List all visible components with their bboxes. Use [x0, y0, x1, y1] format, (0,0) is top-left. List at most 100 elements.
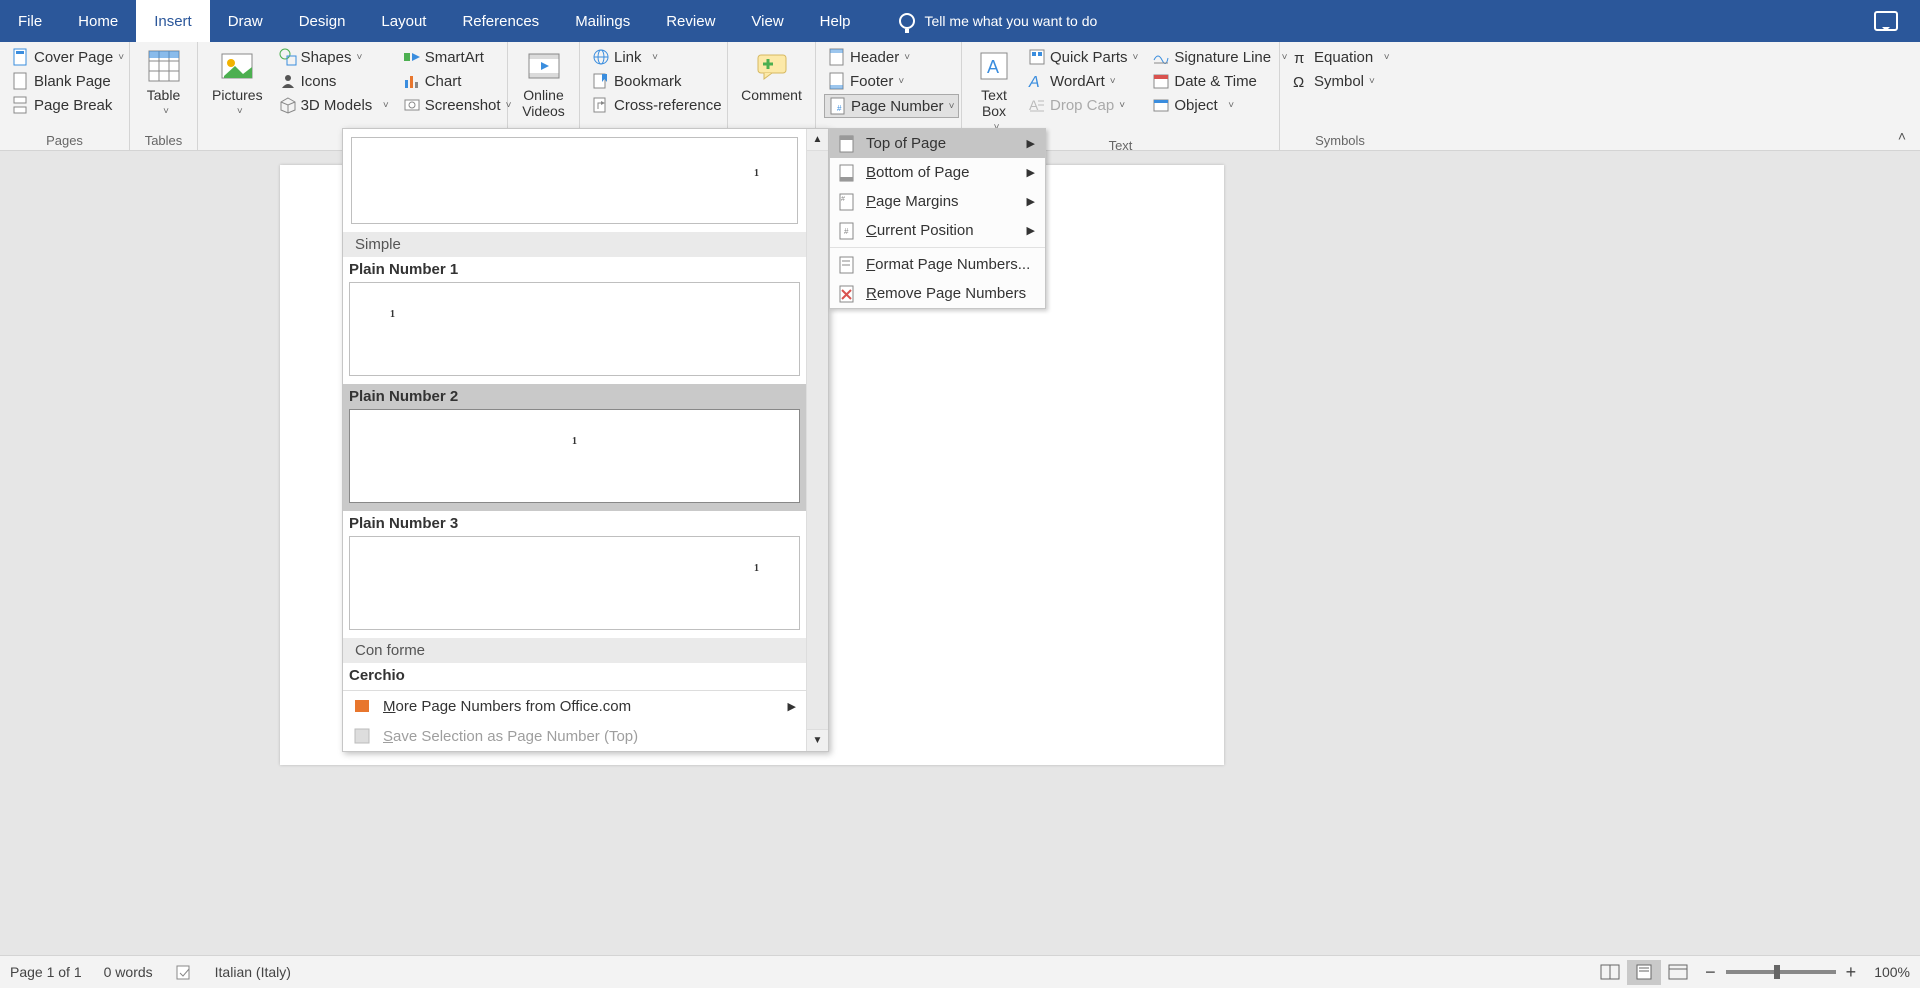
tab-view[interactable]: View [733, 0, 801, 42]
status-bar: Page 1 of 1 0 words Italian (Italy) − + … [0, 955, 1920, 988]
remove-numbers-icon [838, 285, 856, 303]
chevron-down-icon: ˅ [1119, 100, 1125, 111]
gallery-scrollbar[interactable]: ▲ ▼ [806, 129, 828, 751]
comments-icon[interactable] [1874, 11, 1898, 31]
tab-draw[interactable]: Draw [210, 0, 281, 42]
view-read-mode[interactable] [1593, 960, 1627, 985]
cover-page-button[interactable]: Cover Page˅ [8, 46, 128, 68]
chevron-down-icon: ˅ [898, 76, 904, 87]
wordart-button[interactable]: AWordArt˅ [1024, 70, 1142, 92]
gallery-plain-number-2[interactable]: Plain Number 2 1 [343, 384, 806, 511]
collapse-ribbon-button[interactable]: ˄ [1892, 126, 1912, 146]
status-language[interactable]: Italian (Italy) [215, 964, 291, 980]
screenshot-button[interactable]: Screenshot˅ [399, 94, 516, 116]
video-icon [526, 48, 562, 84]
tab-references[interactable]: References [444, 0, 557, 42]
page-break-button[interactable]: Page Break [8, 94, 128, 116]
menu-bottom-of-page[interactable]: Bottom of Page ▶ [830, 158, 1045, 187]
zoom-in-button[interactable]: + [1846, 962, 1857, 983]
textbox-button[interactable]: A Text Box˅ [970, 46, 1018, 135]
textbox-icon: A [976, 48, 1012, 84]
scroll-up-button[interactable]: ▲ [807, 129, 828, 151]
tab-file[interactable]: File [0, 0, 60, 42]
save-selection-icon [353, 727, 371, 745]
tab-review[interactable]: Review [648, 0, 733, 42]
object-button[interactable]: Object ˅ [1148, 94, 1291, 116]
signature-line-button[interactable]: Signature Line ˅ [1148, 46, 1291, 68]
gallery-more-from-office[interactable]: More Page Numbers from Office.com ▶ [343, 691, 806, 721]
shapes-button[interactable]: Shapes˅ [275, 46, 393, 68]
zoom-out-button[interactable]: − [1705, 962, 1716, 983]
chevron-down-icon: ˅ [1133, 52, 1139, 63]
page-number-button[interactable]: #Page Number˅ [824, 94, 959, 118]
tab-home[interactable]: Home [60, 0, 136, 42]
pictures-button[interactable]: Pictures ˅ [206, 46, 269, 119]
header-button[interactable]: Header˅ [824, 46, 959, 68]
gallery-section-simple: Simple [343, 232, 806, 257]
view-web-layout[interactable] [1661, 960, 1695, 985]
link-button[interactable]: Link ˅ [588, 46, 726, 68]
chart-button[interactable]: Chart [399, 70, 516, 92]
omega-icon: Ω [1292, 72, 1310, 90]
menu-remove-page-numbers[interactable]: Remove Page Numbers [830, 279, 1045, 308]
header-icon [828, 48, 846, 66]
tab-layout[interactable]: Layout [363, 0, 444, 42]
status-words[interactable]: 0 words [104, 964, 153, 980]
menu-format-page-numbers[interactable]: Format Page Numbers... [830, 250, 1045, 279]
page-number-gallery: 1 Simple Plain Number 1 1 Plain Number 2… [342, 128, 829, 752]
menu-top-of-page[interactable]: Top of Page ▶ [830, 129, 1045, 158]
gallery-plain-number-3[interactable]: Plain Number 3 1 [343, 511, 806, 638]
chevron-down-icon: ˅ [904, 52, 910, 63]
scroll-track[interactable] [807, 151, 828, 729]
chevron-down-icon: ˅ [647, 52, 658, 63]
menu-page-margins[interactable]: # Page Margins ▶ [830, 187, 1045, 216]
dropcap-button[interactable]: ADrop Cap˅ [1024, 94, 1142, 116]
cube-icon [279, 96, 297, 114]
3d-models-button[interactable]: 3D Models ˅ [275, 94, 393, 116]
footer-button[interactable]: Footer˅ [824, 70, 959, 92]
equation-button[interactable]: πEquation ˅ [1288, 46, 1394, 68]
page-bottom-icon [838, 164, 856, 182]
tell-me-label: Tell me what you want to do [925, 13, 1098, 29]
icons-icon [279, 72, 297, 90]
comment-button[interactable]: Comment [735, 46, 808, 105]
chevron-down-icon: ˅ [118, 52, 124, 63]
gallery-plain-number-1[interactable]: Plain Number 1 1 [343, 257, 806, 384]
zoom-slider[interactable] [1726, 970, 1836, 974]
symbol-button[interactable]: ΩSymbol˅ [1288, 70, 1394, 92]
bookmark-button[interactable]: Bookmark [588, 70, 726, 92]
view-print-layout[interactable] [1627, 960, 1661, 985]
tab-mailings[interactable]: Mailings [557, 0, 648, 42]
status-page[interactable]: Page 1 of 1 [10, 964, 82, 980]
group-pages: Cover Page˅ Blank Page Page Break Pages [0, 42, 130, 150]
status-proofing-icon[interactable] [175, 963, 193, 981]
tab-design[interactable]: Design [281, 0, 364, 42]
chevron-down-icon: ˅ [377, 100, 388, 111]
icons-button[interactable]: Icons [275, 70, 393, 92]
quickparts-button[interactable]: Quick Parts˅ [1024, 46, 1142, 68]
smartart-button[interactable]: SmartArt [399, 46, 516, 68]
online-videos-button[interactable]: Online Videos [516, 46, 571, 121]
scroll-down-button[interactable]: ▼ [807, 729, 828, 751]
gallery-preview-top[interactable]: 1 [343, 129, 806, 232]
submenu-arrow-icon: ▶ [1027, 166, 1035, 179]
table-button[interactable]: Table ˅ [140, 46, 188, 119]
tab-insert[interactable]: Insert [136, 0, 210, 42]
svg-text:#: # [844, 227, 849, 236]
tab-help[interactable]: Help [802, 0, 869, 42]
menu-current-position[interactable]: # Current Position ▶ [830, 216, 1045, 245]
crossref-button[interactable]: Cross-reference [588, 94, 726, 116]
wordart-icon: A [1028, 72, 1046, 90]
current-position-icon: # [838, 222, 856, 240]
svg-text:#: # [837, 104, 842, 113]
chevron-down-icon: ˅ [1378, 52, 1389, 63]
svg-text:Ω: Ω [1293, 74, 1304, 90]
menu-separator [830, 247, 1045, 248]
chart-icon [403, 72, 421, 90]
tell-me[interactable]: Tell me what you want to do [899, 0, 1098, 42]
datetime-button[interactable]: Date & Time [1148, 70, 1291, 92]
zoom-level[interactable]: 100% [1874, 964, 1910, 980]
pi-icon: π [1292, 48, 1310, 66]
blank-page-button[interactable]: Blank Page [8, 70, 128, 92]
gallery-cerchio[interactable]: Cerchio [343, 663, 806, 690]
